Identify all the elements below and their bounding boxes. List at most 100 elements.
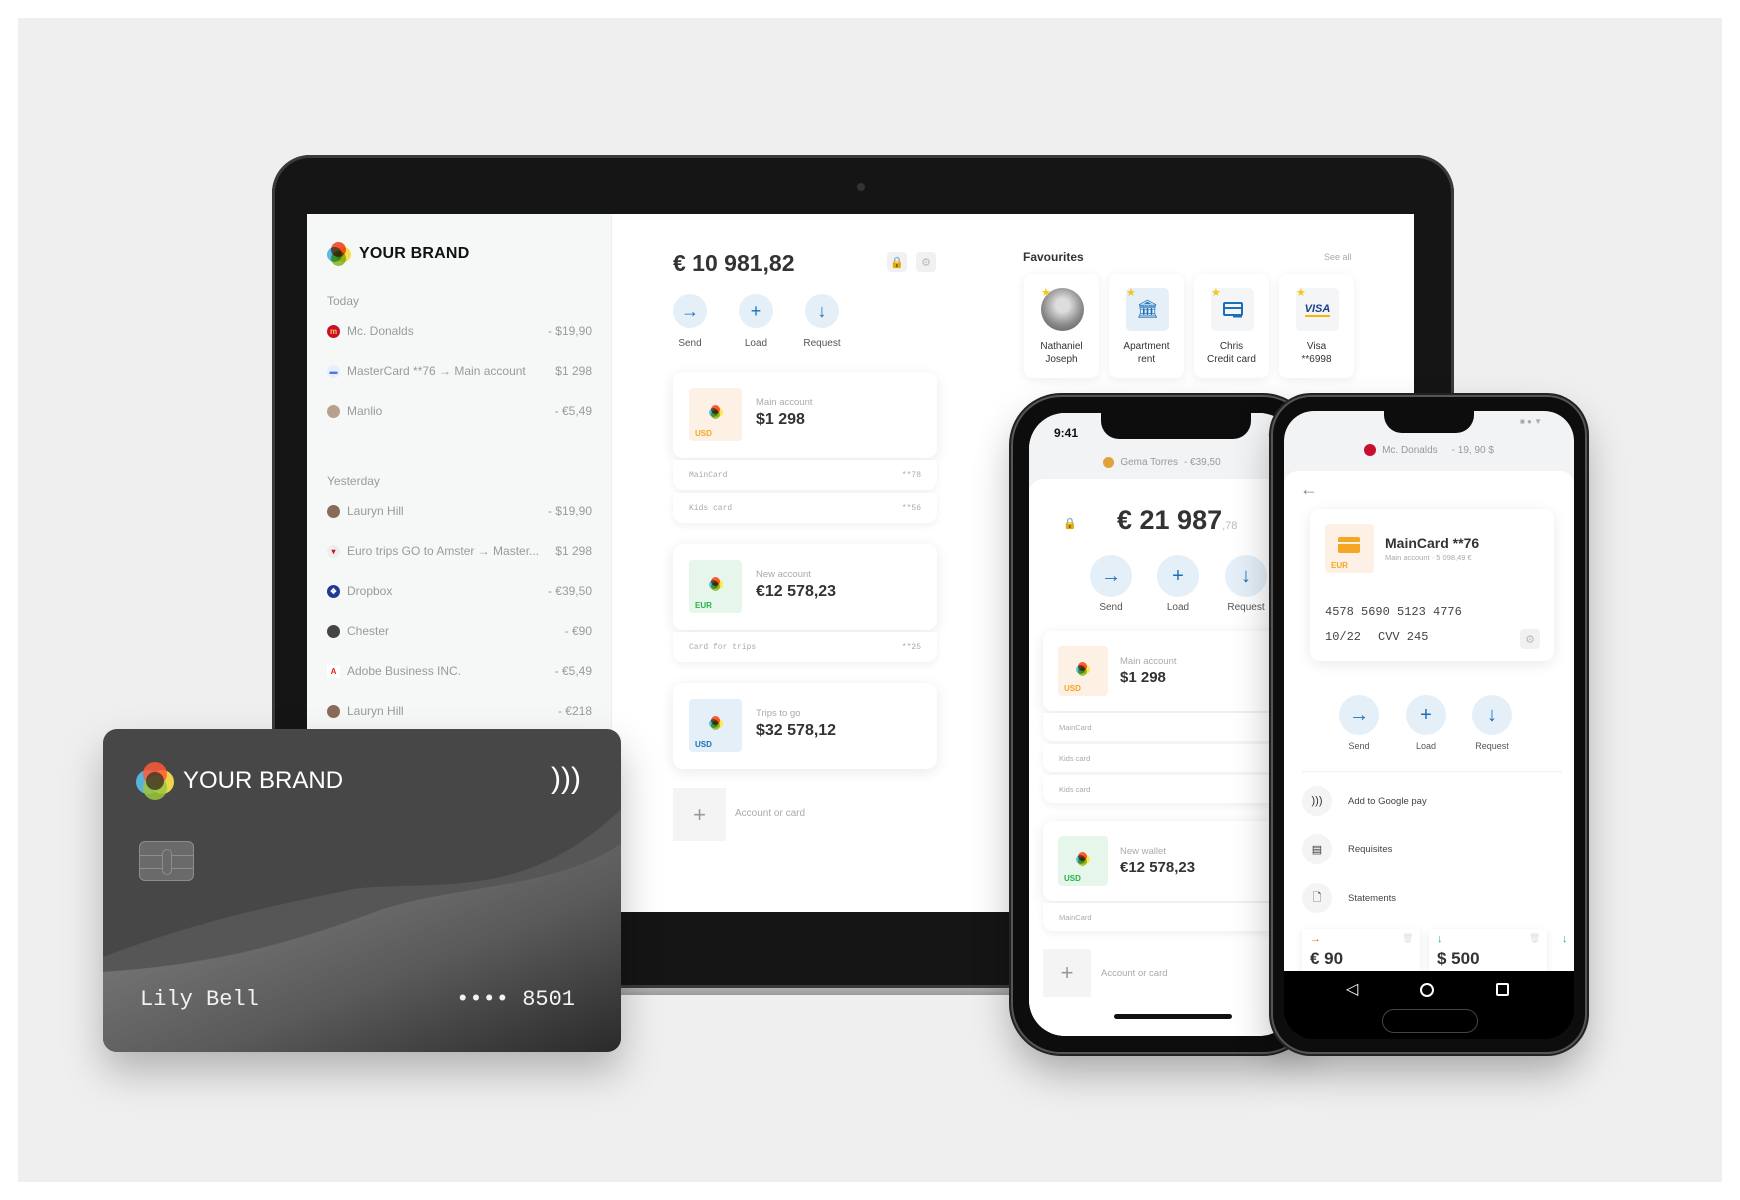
transaction-tile[interactable]: → 🗑 € 90 — [1302, 929, 1420, 971]
transaction-amount: - €5,49 — [554, 664, 592, 678]
currency-badge: USD — [689, 699, 742, 752]
request-button[interactable]: ↓ — [1472, 695, 1512, 735]
account-card[interactable]: EUR New account €12 578,23 — [673, 544, 937, 630]
nav-home-icon[interactable] — [1420, 983, 1434, 997]
nav-back-icon[interactable]: ◁ — [1346, 979, 1358, 999]
account-card[interactable]: USD Trips to go $32 578,12 — [673, 683, 937, 769]
favourite-item[interactable]: ★ Nathaniel Joseph — [1024, 274, 1099, 378]
iphone-screen: 9:41 ▂▄▆ Gema Torres - €39,50 🔒 € 21 987… — [1029, 413, 1295, 1036]
card-suffix: **25 — [901, 642, 921, 652]
transaction-row[interactable]: Lauryn Hill - €218 — [327, 701, 592, 721]
transaction-name: Dropbox — [347, 584, 393, 598]
card-row[interactable]: MainCard — [1043, 903, 1295, 931]
plus-icon: + — [693, 801, 706, 827]
transaction-row[interactable]: Manlio - €5,49 — [327, 401, 592, 421]
arrow-down-icon: ↓ — [1241, 564, 1251, 587]
transaction-row[interactable]: Lauryn Hill - $19,90 — [327, 501, 592, 521]
option-requisites[interactable]: ▤ Requisites — [1302, 834, 1392, 864]
plus-icon: + — [1060, 960, 1074, 985]
balance-cents: ,78 — [1222, 520, 1238, 532]
account-card[interactable]: USD New wallet €12 578,23 — [1043, 821, 1295, 901]
card-name: MainCard — [689, 470, 728, 480]
account-name: Main account — [756, 397, 813, 408]
option-google-pay[interactable]: ))) Add to Google pay — [1302, 786, 1427, 816]
see-all-link[interactable]: See all — [1324, 252, 1352, 262]
gear-icon[interactable]: ⚙ — [1520, 629, 1540, 649]
transaction-tile[interactable]: ↓ 🗑 $ 500 — [1429, 929, 1547, 971]
avatar — [327, 704, 340, 718]
trash-icon[interactable]: 🗑 — [1402, 933, 1413, 944]
transaction-amount: - €5,49 — [554, 404, 592, 418]
load-button[interactable]: + — [739, 294, 773, 328]
mcdonalds-icon: m — [327, 324, 340, 338]
request-button[interactable]: ↓ — [805, 294, 839, 328]
home-button[interactable] — [1382, 1009, 1478, 1033]
transaction-amount: - €218 — [557, 704, 592, 718]
plus-icon: + — [739, 294, 773, 328]
avatar — [327, 624, 340, 638]
favourite-label: Nathaniel Joseph — [1040, 341, 1083, 365]
transaction-tile[interactable]: ↓ — [1556, 929, 1574, 971]
card-row[interactable]: Kids card **56 — [673, 493, 937, 523]
divider — [1302, 771, 1562, 772]
card-number: •••• 8501 — [456, 987, 575, 1012]
card-suffix: **56 — [901, 503, 921, 513]
add-account-button[interactable]: + — [673, 788, 726, 841]
currency-badge: USD — [689, 388, 742, 441]
account-card[interactable]: USD Main account $1 298 — [673, 372, 937, 458]
status-icons: ■ ● ▼ — [1520, 417, 1543, 426]
transaction-amount: - $19,90 — [547, 504, 592, 518]
avatar — [327, 504, 340, 518]
trash-icon[interactable]: 🗑 — [1529, 933, 1540, 944]
card-row[interactable]: Kids card — [1043, 744, 1295, 772]
card-row[interactable]: Kids card — [1043, 775, 1295, 803]
transaction-row[interactable]: ▾ Euro trips GO to Amster → Master... $1… — [327, 541, 592, 561]
transaction-row[interactable]: ❖ Dropbox - €39,50 — [327, 581, 592, 601]
transaction-amount: - $19,90 — [547, 324, 592, 338]
nav-recents-icon[interactable] — [1496, 983, 1509, 996]
add-account-label[interactable]: Account or card — [1101, 968, 1168, 979]
lock-icon[interactable]: 🔒 — [1063, 517, 1077, 530]
add-account-label[interactable]: Account or card — [735, 808, 805, 819]
card-row[interactable]: MainCard **78 — [673, 460, 937, 490]
add-account-button[interactable]: + — [1043, 949, 1091, 997]
android-nav-bar: ◁ — [1284, 971, 1574, 1039]
account-value: €12 578,23 — [1120, 859, 1196, 876]
send-button[interactable]: → — [1339, 695, 1379, 735]
arrow-down-icon: ↓ — [1487, 703, 1497, 726]
transaction-row[interactable]: Chester - €90 — [327, 621, 592, 641]
send-button[interactable]: → — [673, 294, 707, 328]
transaction-row[interactable]: A Adobe Business INC. - €5,49 — [327, 661, 592, 681]
favourite-item[interactable]: ★ Chris Credit card — [1194, 274, 1269, 378]
android-screen: ■ ● ▼ Mc. Donalds - 19, 90 $ ← EUR MainC… — [1284, 411, 1574, 1039]
notification[interactable]: Gema Torres - €39,50 — [1029, 457, 1295, 468]
account-card[interactable]: USD Main account $1 298 — [1043, 631, 1295, 711]
brand-logo-icon — [136, 762, 174, 800]
request-button[interactable]: ↓ — [1225, 555, 1267, 597]
transaction-row[interactable]: ▬ MasterCard **76 → Main account $1 298 — [327, 361, 592, 381]
card-row[interactable]: Card for trips **25 — [673, 632, 937, 662]
notch — [1101, 413, 1251, 439]
brand-logo-icon — [327, 242, 351, 266]
load-button[interactable]: + — [1406, 695, 1446, 735]
status-time: 9:41 — [1054, 426, 1079, 440]
favourite-label: Chris Credit card — [1207, 341, 1256, 365]
notification[interactable]: Mc. Donalds - 19, 90 $ — [1284, 444, 1574, 456]
card-number: 4578 5690 5123 4776 — [1325, 605, 1462, 619]
option-statements[interactable]: 🗋 Statements — [1302, 883, 1396, 913]
card-row[interactable]: MainCard — [1043, 713, 1295, 741]
load-label: Load — [744, 338, 768, 349]
card-last4: 8501 — [522, 987, 575, 1012]
request-label: Request — [1475, 741, 1509, 751]
favourite-item[interactable]: VISA ★ Visa **6998 — [1279, 274, 1354, 378]
gear-icon[interactable]: ⚙ — [916, 252, 936, 272]
brand-name: YOUR BRAND — [359, 245, 470, 262]
brand-header[interactable]: YOUR BRAND — [327, 242, 469, 266]
lock-icon[interactable]: 🔒 — [887, 252, 907, 272]
send-button[interactable]: → — [1090, 555, 1132, 597]
card-subtitle: Main account · 5 098,49 € — [1385, 553, 1472, 562]
load-button[interactable]: + — [1157, 555, 1199, 597]
favourite-item[interactable]: 🏛 ★ Apartment rent — [1109, 274, 1184, 378]
transaction-row[interactable]: m Mc. Donalds - $19,90 — [327, 321, 592, 341]
back-arrow-icon[interactable]: ← — [1300, 479, 1318, 500]
